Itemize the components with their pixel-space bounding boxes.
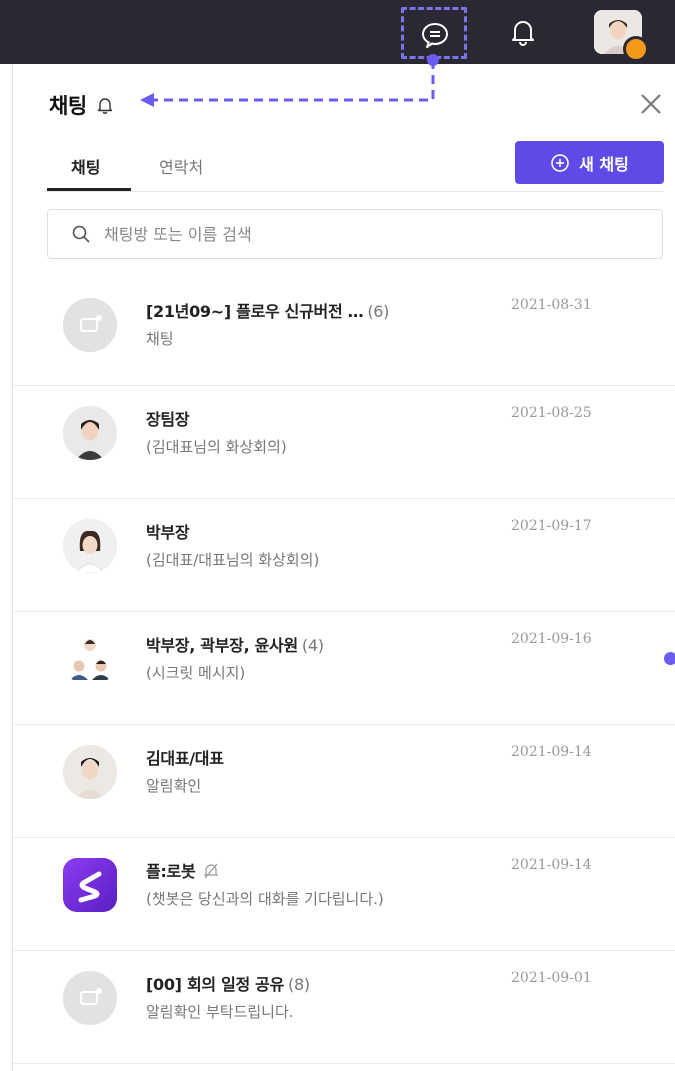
chat-name: [21년09~] 플로우 신규버전 … (6)	[146, 298, 389, 322]
chat-date: 2021-09-01	[511, 970, 592, 986]
chat-name: [00] 회의 일정 공유 (8)	[146, 971, 310, 995]
notification-off-icon	[203, 863, 219, 879]
search-input[interactable]	[104, 224, 584, 244]
chat-date: 2021-09-14	[511, 744, 592, 760]
search-icon	[72, 225, 90, 243]
chat-name: 김대표/대표	[146, 745, 224, 769]
chat-preview: 채팅	[146, 330, 174, 348]
chat-preview: 알림확인 부탁드립니다.	[146, 1003, 294, 1021]
chat-row[interactable]: 김대표/대표 알림확인 2021-09-14	[13, 725, 675, 838]
tab-contacts[interactable]: 연락처	[159, 154, 203, 178]
chat-preview: (시크릿 메시지)	[146, 664, 246, 682]
chat-name: 박부장, 곽부장, 윤사원 (4)	[146, 632, 324, 656]
bot-logo	[63, 858, 117, 912]
new-chat-label: 새 채팅	[579, 154, 629, 174]
chat-date: 2021-08-31	[511, 297, 592, 313]
chat-name: 플:로봇	[146, 858, 219, 882]
chat-row[interactable]: 플:로봇 (챗봇은 당신과의 대화를 기다립니다.) 2021-09-14	[13, 838, 675, 951]
active-tab-indicator	[47, 188, 131, 191]
chat-panel: 채팅 채팅 연락처 새 채팅 채팅방 또는 이름 검색 [21년09~] 플로우…	[12, 64, 675, 1071]
chat-preview: (김대표/대표님의 화상회의)	[146, 551, 320, 569]
chat-row[interactable]: [21년09~] 플로우 신규버전 … (6) 채팅 2021-08-31	[13, 278, 675, 386]
tab-chat[interactable]: 채팅	[71, 154, 100, 178]
chat-preview: (김대표님의 화상회의)	[146, 438, 287, 456]
annotation-dot	[664, 652, 675, 665]
chat-title: [21년09~] 플로우 신규버전 …	[146, 302, 364, 321]
chat-date: 2021-08-25	[511, 405, 592, 421]
chat-row[interactable]: [00] 회의 일정 공유 (8) 알림확인 부탁드립니다. 2021-09-01	[13, 951, 675, 1064]
search-box	[47, 209, 663, 259]
chat-row[interactable]: 장팀장 (김대표님의 화상회의) 2021-08-25	[13, 386, 675, 499]
chat-date: 2021-09-14	[511, 857, 592, 873]
new-chat-button[interactable]: 새 채팅	[515, 141, 664, 184]
chat-row[interactable]: 박부장 (김대표/대표님의 화상회의) 2021-09-17	[13, 499, 675, 612]
chat-preview: (챗봇은 당신과의 대화를 기다립니다.)	[146, 890, 384, 908]
avatar	[63, 519, 117, 573]
chat-row[interactable]: 박부장, 곽부장, 윤사원 (4) (시크릿 메시지) 2021-09-16	[13, 612, 675, 725]
unread-count: (6)	[367, 302, 390, 321]
group-avatar	[63, 298, 117, 352]
unread-count: (4)	[301, 636, 324, 655]
chat-name: 박부장	[146, 519, 190, 543]
chat-date: 2021-09-17	[511, 518, 592, 534]
annotation-arrow	[140, 54, 439, 107]
group-avatar	[63, 971, 117, 1025]
add-chat-icon	[551, 153, 569, 172]
chat-title: 박부장, 곽부장, 윤사원	[146, 636, 298, 655]
group-avatar	[63, 632, 117, 686]
avatar	[63, 406, 117, 460]
avatar	[63, 745, 117, 799]
chat-title: 장팀장	[146, 410, 190, 429]
chat-title: 박부장	[146, 523, 190, 542]
chat-list: [21년09~] 플로우 신규버전 … (6) 채팅 2021-08-31 장팀장…	[13, 278, 675, 1064]
unread-count: (8)	[288, 975, 310, 994]
chat-title: 김대표/대표	[146, 749, 224, 768]
chat-date: 2021-09-16	[511, 631, 592, 647]
chat-preview: 알림확인	[146, 777, 202, 795]
chat-name: 장팀장	[146, 406, 190, 430]
chat-title: 플:로봇	[146, 862, 196, 881]
chat-title: [00] 회의 일정 공유	[146, 975, 285, 994]
